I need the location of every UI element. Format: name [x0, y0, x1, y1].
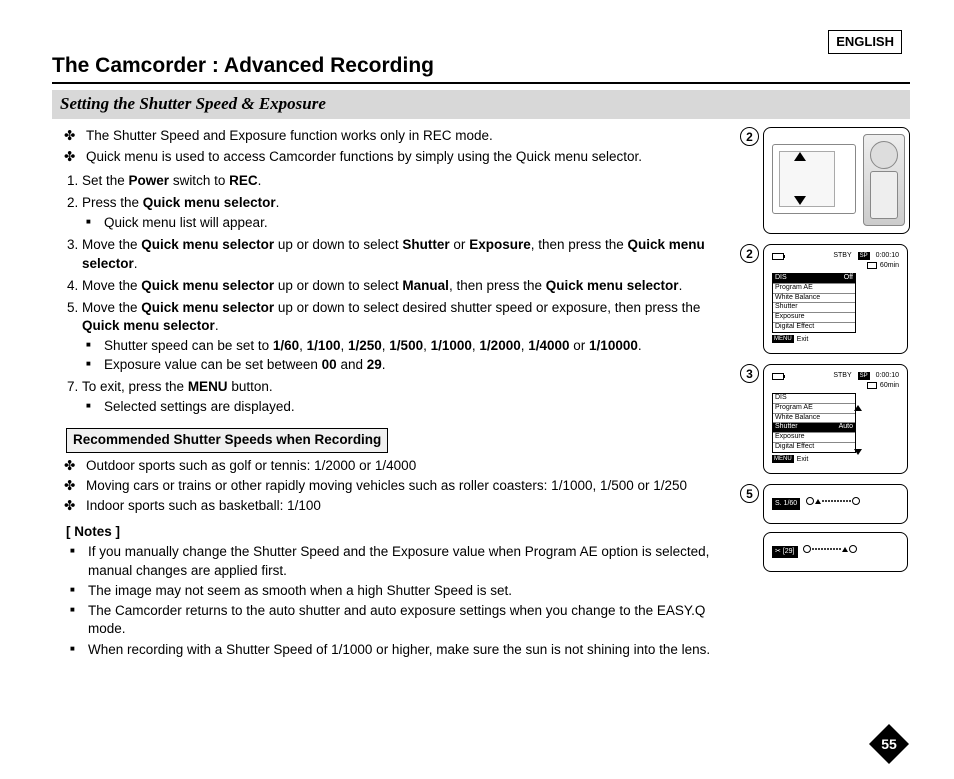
step-marker-5: 5	[740, 484, 759, 503]
recommended-speeds-heading: Recommended Shutter Speeds when Recordin…	[66, 428, 388, 452]
battery-icon	[772, 373, 784, 380]
step-marker-2: 2	[740, 244, 759, 263]
menu-badge-icon: MENU	[772, 335, 794, 343]
osd-shutter-value: S. 1/60	[763, 484, 908, 524]
notes-heading: [ Notes ]	[66, 523, 722, 541]
page-number: 55	[868, 723, 910, 765]
osd-quickmenu-shutter: STBY SP 0:00:10 60min DIS Program AE Whi…	[763, 364, 908, 474]
step-marker-3: 3	[740, 364, 759, 383]
down-arrow-icon	[794, 196, 806, 205]
cassette-icon	[867, 262, 877, 269]
intro-item: Quick menu is used to access Camcorder f…	[82, 148, 722, 166]
up-arrow-icon	[794, 152, 806, 161]
section-subtitle: Setting the Shutter Speed & Exposure	[52, 90, 910, 119]
diagram-column: 2 2 STBY SP 0:00:10	[740, 127, 910, 660]
body-text: The Shutter Speed and Exposure function …	[52, 127, 722, 660]
cassette-icon	[867, 382, 877, 389]
battery-icon	[772, 253, 784, 260]
camcorder-illustration	[763, 127, 910, 234]
page-title: The Camcorder : Advanced Recording	[52, 52, 910, 84]
step-marker-2: 2	[740, 127, 759, 146]
note-item: The image may not seem as smooth when a …	[84, 582, 722, 600]
up-triangle-icon	[854, 405, 862, 411]
instruction-list: Set the Power switch to REC. Press the Q…	[52, 172, 722, 417]
osd-exposure-value: ✂ [29]	[763, 532, 908, 572]
intro-item: The Shutter Speed and Exposure function …	[82, 127, 722, 145]
rec-item: Outdoor sports such as golf or tennis: 1…	[82, 457, 722, 475]
rec-item: Indoor sports such as basketball: 1/100	[82, 497, 722, 515]
down-triangle-icon	[854, 449, 862, 455]
menu-badge-icon: MENU	[772, 455, 794, 463]
note-item: If you manually change the Shutter Speed…	[84, 543, 722, 579]
rec-item: Moving cars or trains or other rapidly m…	[82, 477, 722, 495]
note-item: The Camcorder returns to the auto shutte…	[84, 602, 722, 638]
language-badge: ENGLISH	[828, 30, 902, 54]
note-item: When recording with a Shutter Speed of 1…	[84, 641, 722, 659]
osd-quickmenu-dis: STBY SP 0:00:10 60min DISOff Program AE …	[763, 244, 908, 354]
